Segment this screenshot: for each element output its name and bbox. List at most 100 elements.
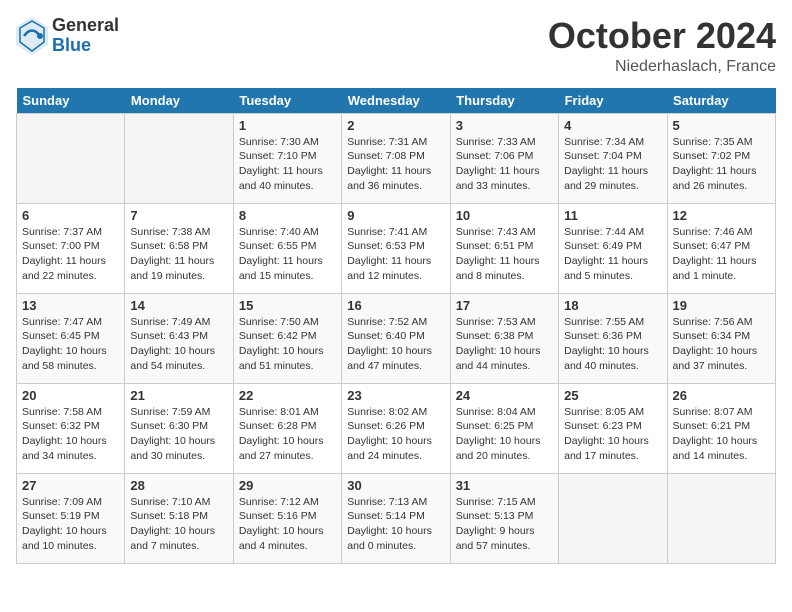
day-info: Sunrise: 7:34 AMSunset: 7:04 PMDaylight:…	[564, 135, 661, 194]
week-row-2: 6 Sunrise: 7:37 AMSunset: 7:00 PMDaylight…	[17, 203, 776, 293]
day-number: 15	[239, 298, 336, 313]
day-number: 16	[347, 298, 444, 313]
day-info: Sunrise: 7:46 AMSunset: 6:47 PMDaylight:…	[673, 225, 770, 284]
weekday-header-sunday: Sunday	[17, 88, 125, 114]
calendar-cell	[667, 473, 775, 563]
day-info: Sunrise: 7:33 AMSunset: 7:06 PMDaylight:…	[456, 135, 553, 194]
calendar-cell: 6 Sunrise: 7:37 AMSunset: 7:00 PMDaylight…	[17, 203, 125, 293]
day-number: 26	[673, 388, 770, 403]
calendar-cell	[17, 113, 125, 203]
day-info: Sunrise: 7:40 AMSunset: 6:55 PMDaylight:…	[239, 225, 336, 284]
day-info: Sunrise: 7:13 AMSunset: 5:14 PMDaylight:…	[347, 495, 444, 554]
day-number: 5	[673, 118, 770, 133]
calendar-cell: 11Sunrise: 7:44 AMSunset: 6:49 PMDayligh…	[559, 203, 667, 293]
calendar-cell: 4 Sunrise: 7:34 AMSunset: 7:04 PMDaylight…	[559, 113, 667, 203]
day-number: 31	[456, 478, 553, 493]
day-number: 4	[564, 118, 661, 133]
day-info: Sunrise: 8:04 AMSunset: 6:25 PMDaylight:…	[456, 405, 553, 464]
day-number: 8	[239, 208, 336, 223]
weekday-header-saturday: Saturday	[667, 88, 775, 114]
day-number: 13	[22, 298, 119, 313]
week-row-5: 27 Sunrise: 7:09 AMSunset: 5:19 PMDayligh…	[17, 473, 776, 563]
calendar-cell: 19 Sunrise: 7:56 AMSunset: 6:34 PMDayligh…	[667, 293, 775, 383]
day-number: 18	[564, 298, 661, 313]
day-info: Sunrise: 8:05 AMSunset: 6:23 PMDaylight:…	[564, 405, 661, 464]
calendar-table: SundayMondayTuesdayWednesdayThursdayFrid…	[16, 88, 776, 564]
weekday-header-friday: Friday	[559, 88, 667, 114]
logo: General Blue	[16, 16, 119, 56]
day-info: Sunrise: 7:53 AMSunset: 6:38 PMDaylight:…	[456, 315, 553, 374]
calendar-cell: 25 Sunrise: 8:05 AMSunset: 6:23 PMDayligh…	[559, 383, 667, 473]
calendar-cell: 28Sunrise: 7:10 AMSunset: 5:18 PMDayligh…	[125, 473, 233, 563]
week-row-4: 20Sunrise: 7:58 AMSunset: 6:32 PMDayligh…	[17, 383, 776, 473]
calendar-cell: 26 Sunrise: 8:07 AMSunset: 6:21 PMDayligh…	[667, 383, 775, 473]
day-number: 28	[130, 478, 227, 493]
calendar-cell: 13Sunrise: 7:47 AMSunset: 6:45 PMDayligh…	[17, 293, 125, 383]
calendar-cell: 27 Sunrise: 7:09 AMSunset: 5:19 PMDayligh…	[17, 473, 125, 563]
day-info: Sunrise: 7:37 AMSunset: 7:00 PMDaylight:…	[22, 225, 119, 284]
day-number: 10	[456, 208, 553, 223]
day-number: 3	[456, 118, 553, 133]
weekday-header-tuesday: Tuesday	[233, 88, 341, 114]
day-info: Sunrise: 7:50 AMSunset: 6:42 PMDaylight:…	[239, 315, 336, 374]
day-info: Sunrise: 7:43 AMSunset: 6:51 PMDaylight:…	[456, 225, 553, 284]
calendar-cell: 17 Sunrise: 7:53 AMSunset: 6:38 PMDayligh…	[450, 293, 558, 383]
page-header: General Blue October 2024 Niederhaslach,…	[16, 16, 776, 76]
calendar-cell: 22Sunrise: 8:01 AMSunset: 6:28 PMDayligh…	[233, 383, 341, 473]
day-number: 27	[22, 478, 119, 493]
week-row-1: 1 Sunrise: 7:30 AMSunset: 7:10 PMDaylight…	[17, 113, 776, 203]
calendar-cell: 21Sunrise: 7:59 AMSunset: 6:30 PMDayligh…	[125, 383, 233, 473]
weekday-header-row: SundayMondayTuesdayWednesdayThursdayFrid…	[17, 88, 776, 114]
day-number: 2	[347, 118, 444, 133]
day-info: Sunrise: 8:07 AMSunset: 6:21 PMDaylight:…	[673, 405, 770, 464]
title-block: October 2024 Niederhaslach, France	[548, 16, 776, 76]
calendar-cell: 3 Sunrise: 7:33 AMSunset: 7:06 PMDaylight…	[450, 113, 558, 203]
calendar-cell: 10 Sunrise: 7:43 AMSunset: 6:51 PMDayligh…	[450, 203, 558, 293]
day-number: 17	[456, 298, 553, 313]
day-number: 25	[564, 388, 661, 403]
calendar-cell: 1 Sunrise: 7:30 AMSunset: 7:10 PMDaylight…	[233, 113, 341, 203]
location-title: Niederhaslach, France	[548, 58, 776, 76]
calendar-cell: 24 Sunrise: 8:04 AMSunset: 6:25 PMDayligh…	[450, 383, 558, 473]
day-number: 1	[239, 118, 336, 133]
day-number: 6	[22, 208, 119, 223]
logo-icon	[16, 17, 48, 55]
weekday-header-thursday: Thursday	[450, 88, 558, 114]
day-info: Sunrise: 7:09 AMSunset: 5:19 PMDaylight:…	[22, 495, 119, 554]
calendar-cell: 7 Sunrise: 7:38 AMSunset: 6:58 PMDaylight…	[125, 203, 233, 293]
calendar-cell: 20Sunrise: 7:58 AMSunset: 6:32 PMDayligh…	[17, 383, 125, 473]
day-info: Sunrise: 7:52 AMSunset: 6:40 PMDaylight:…	[347, 315, 444, 374]
day-info: Sunrise: 7:38 AMSunset: 6:58 PMDaylight:…	[130, 225, 227, 284]
day-info: Sunrise: 7:58 AMSunset: 6:32 PMDaylight:…	[22, 405, 119, 464]
day-info: Sunrise: 7:49 AMSunset: 6:43 PMDaylight:…	[130, 315, 227, 374]
day-info: Sunrise: 7:56 AMSunset: 6:34 PMDaylight:…	[673, 315, 770, 374]
day-number: 11	[564, 208, 661, 223]
calendar-cell: 8 Sunrise: 7:40 AMSunset: 6:55 PMDaylight…	[233, 203, 341, 293]
day-info: Sunrise: 7:15 AMSunset: 5:13 PMDaylight:…	[456, 495, 553, 554]
day-number: 9	[347, 208, 444, 223]
day-info: Sunrise: 7:59 AMSunset: 6:30 PMDaylight:…	[130, 405, 227, 464]
day-number: 19	[673, 298, 770, 313]
weekday-header-monday: Monday	[125, 88, 233, 114]
calendar-cell	[559, 473, 667, 563]
week-row-3: 13Sunrise: 7:47 AMSunset: 6:45 PMDayligh…	[17, 293, 776, 383]
calendar-cell	[125, 113, 233, 203]
day-number: 7	[130, 208, 227, 223]
day-number: 14	[130, 298, 227, 313]
calendar-cell: 16 Sunrise: 7:52 AMSunset: 6:40 PMDayligh…	[342, 293, 450, 383]
calendar-cell: 29Sunrise: 7:12 AMSunset: 5:16 PMDayligh…	[233, 473, 341, 563]
calendar-cell: 9 Sunrise: 7:41 AMSunset: 6:53 PMDaylight…	[342, 203, 450, 293]
day-info: Sunrise: 7:30 AMSunset: 7:10 PMDaylight:…	[239, 135, 336, 194]
logo-general-text: General	[52, 16, 119, 36]
day-info: Sunrise: 7:12 AMSunset: 5:16 PMDaylight:…	[239, 495, 336, 554]
calendar-cell: 23Sunrise: 8:02 AMSunset: 6:26 PMDayligh…	[342, 383, 450, 473]
calendar-cell: 5Sunrise: 7:35 AMSunset: 7:02 PMDaylight…	[667, 113, 775, 203]
calendar-cell: 14 Sunrise: 7:49 AMSunset: 6:43 PMDayligh…	[125, 293, 233, 383]
day-number: 24	[456, 388, 553, 403]
day-number: 30	[347, 478, 444, 493]
day-info: Sunrise: 7:41 AMSunset: 6:53 PMDaylight:…	[347, 225, 444, 284]
day-info: Sunrise: 8:01 AMSunset: 6:28 PMDaylight:…	[239, 405, 336, 464]
calendar-cell: 15 Sunrise: 7:50 AMSunset: 6:42 PMDayligh…	[233, 293, 341, 383]
day-info: Sunrise: 8:02 AMSunset: 6:26 PMDaylight:…	[347, 405, 444, 464]
logo-blue-text: Blue	[52, 36, 119, 56]
